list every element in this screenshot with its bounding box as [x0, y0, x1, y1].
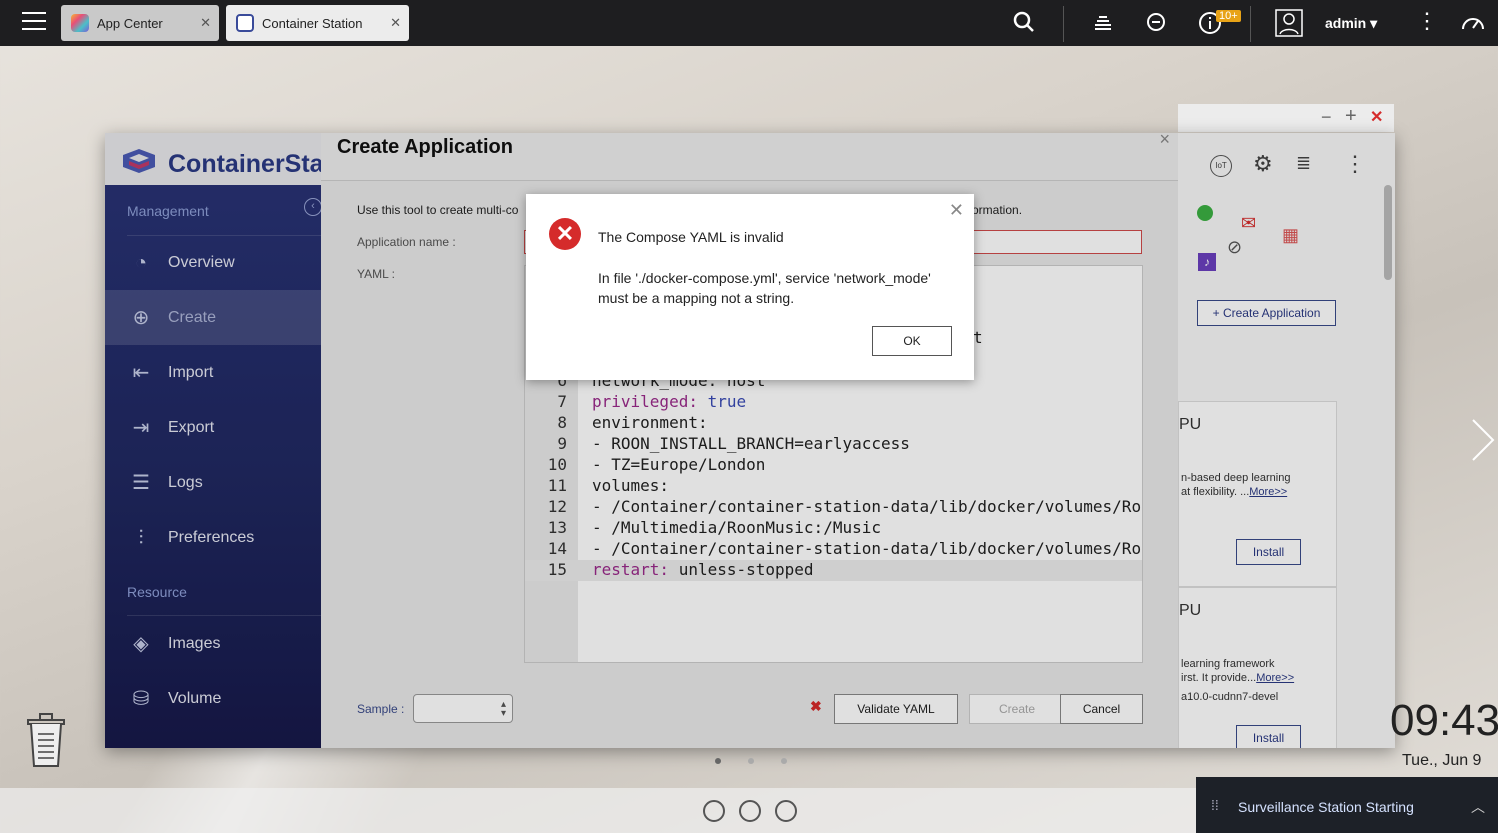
desktop-clock: 09:43 — [1390, 696, 1498, 745]
tab-label: App Center — [97, 15, 163, 31]
ok-button[interactable]: OK — [872, 326, 952, 356]
close-dialog-icon[interactable]: ✕ — [949, 200, 964, 221]
maximize-icon[interactable]: + — [1345, 105, 1357, 128]
tab-container-station[interactable]: Container Station ✕ — [226, 5, 409, 41]
notification-text: Surveillance Station Starting — [1238, 799, 1414, 815]
app-center-icon — [71, 14, 89, 32]
notification-toast[interactable]: ⁞⁞ Surveillance Station Starting ︿ — [1196, 777, 1498, 833]
cloud-icon[interactable] — [703, 800, 725, 822]
dashboard-gauge-icon[interactable] — [1460, 11, 1486, 39]
separator — [1063, 6, 1064, 42]
window-controls: − + ✕ — [1178, 104, 1394, 132]
user-avatar-icon[interactable] — [1275, 9, 1303, 43]
more-options-icon[interactable]: ⋮ — [1416, 8, 1438, 34]
user-name: admin — [1325, 15, 1367, 31]
page-indicator[interactable] — [781, 758, 787, 764]
close-tab-icon[interactable]: ✕ — [390, 15, 401, 31]
close-tab-icon[interactable]: ✕ — [200, 15, 211, 31]
stack-icon[interactable] — [1092, 11, 1114, 39]
minimize-icon[interactable]: − — [1321, 107, 1332, 128]
notification-badge: 10+ — [1216, 10, 1241, 22]
tools-icon[interactable] — [739, 800, 761, 822]
apps-grid-icon: ⁞⁞ — [1211, 797, 1219, 813]
error-dialog: ✕ The Compose YAML is invalid In file '.… — [526, 194, 974, 380]
tab-app-center[interactable]: App Center ✕ — [61, 5, 219, 41]
search-icon[interactable] — [1013, 11, 1035, 39]
close-window-icon[interactable]: ✕ — [1370, 107, 1383, 127]
top-bar: App Center ✕ Container Station ✕ 10+ adm… — [0, 0, 1498, 46]
trash-icon[interactable] — [24, 712, 68, 768]
dialog-message: In file './docker-compose.yml', service … — [598, 270, 931, 306]
expand-chevron-icon[interactable]: ︿ — [1471, 797, 1485, 817]
page-indicator[interactable] — [748, 758, 754, 764]
error-icon: ✕ — [549, 218, 581, 250]
tab-label: Container Station — [262, 15, 363, 31]
container-station-icon — [236, 14, 254, 32]
book-icon[interactable] — [775, 800, 797, 822]
separator — [1250, 6, 1251, 42]
next-page-arrow-icon[interactable] — [1470, 418, 1496, 467]
dialog-title: The Compose YAML is invalid — [598, 229, 784, 245]
desktop-date: Tue., Jun 9 — [1402, 752, 1482, 769]
user-menu[interactable]: admin ▾ — [1325, 15, 1377, 32]
sync-icon[interactable] — [1145, 11, 1167, 39]
main-menu-icon[interactable] — [22, 12, 46, 32]
page-indicator-active[interactable] — [715, 758, 721, 764]
